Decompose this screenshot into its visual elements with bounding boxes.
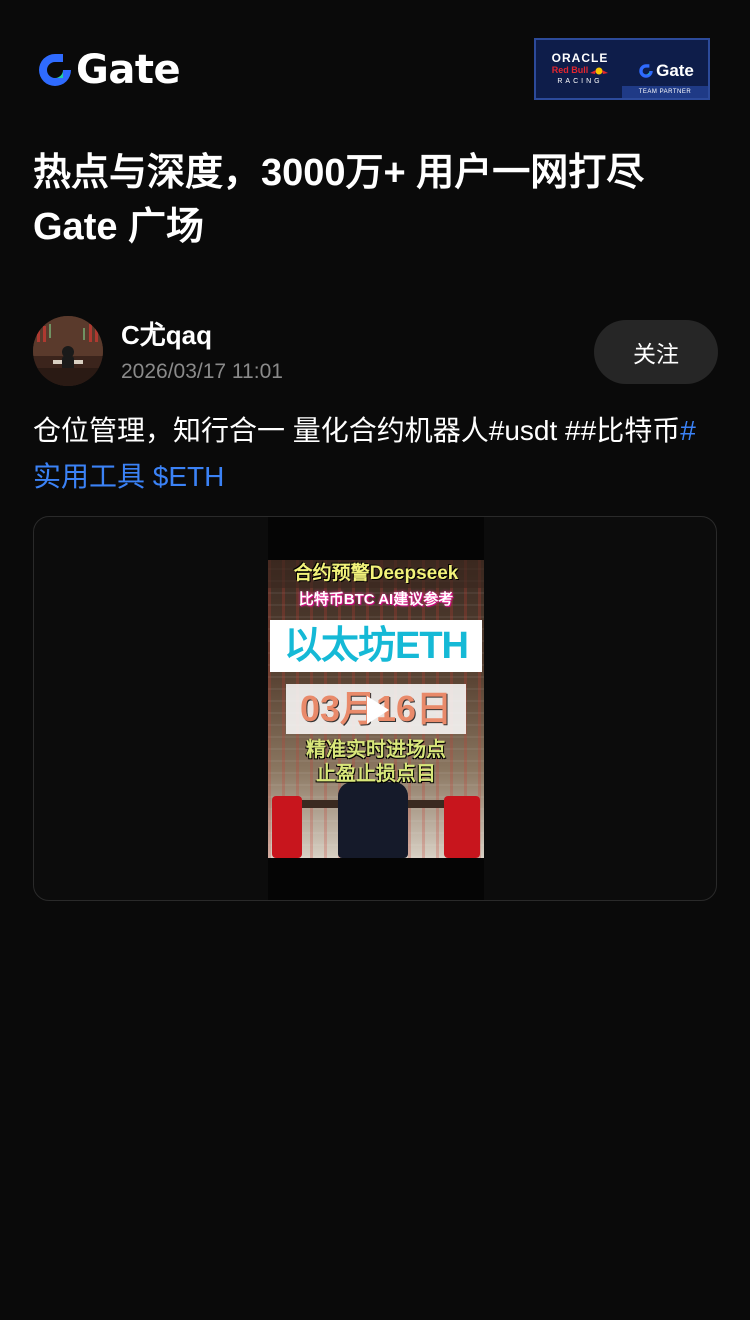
gate-logo-text: Gate	[76, 47, 181, 93]
post-text: 仓位管理，知行合一 量化合约机器人#usdt ##比特币	[33, 415, 681, 446]
gate-logo-icon	[39, 54, 71, 86]
thumbnail-chair	[338, 782, 408, 858]
page-headline: 热点与深度，3000万+ 用户一网打尽 Gate 广场	[33, 146, 723, 254]
redbull-label: Red Bull	[551, 65, 589, 75]
thumbnail-can-right	[444, 796, 480, 858]
team-partner-badge: ORACLE Red Bull RACING Gate TEAM PARTNER	[534, 38, 710, 100]
thumbnail-title-1: 合约预警Deepseek	[268, 560, 484, 588]
thumbnail-subtitle-2: 止盈止损点目	[316, 763, 436, 785]
thumbnail-title-3: 以太坊ETH	[270, 620, 482, 672]
thumbnail-title-2: 比特币BTC AI建议参考	[298, 591, 454, 608]
thumbnail-subtitle-1: 精准实时进场点	[306, 739, 446, 761]
headline-line-2: Gate 广场	[33, 206, 205, 248]
gate-mini-icon	[639, 64, 653, 78]
redbull-text: Red Bull	[552, 65, 609, 76]
bull-icon	[590, 67, 609, 74]
racing-text: RACING	[557, 78, 603, 85]
author-avatar[interactable]	[33, 316, 103, 386]
video-thumbnail: 合约预警Deepseek 比特币BTC AI建议参考 以太坊ETH 03月16日…	[268, 560, 484, 858]
team-partner-label: TEAM PARTNER	[622, 86, 708, 98]
follow-button[interactable]: 关注	[594, 320, 718, 384]
author-name[interactable]: C尤qaq	[121, 318, 212, 352]
post-body: 仓位管理，知行合一 量化合约机器人#usdt ##比特币#实用工具 $ETH	[33, 408, 723, 500]
cashtag-eth[interactable]: $ETH	[153, 461, 225, 492]
play-triangle-icon	[367, 696, 389, 724]
video-player[interactable]: 合约预警Deepseek 比特币BTC AI建议参考 以太坊ETH 03月16日…	[268, 517, 484, 900]
play-icon[interactable]	[358, 692, 394, 728]
page: Gate ORACLE Red Bull RACING Gate TEAM PA…	[0, 0, 750, 1320]
post-media-card[interactable]: 合约预警Deepseek 比特币BTC AI建议参考 以太坊ETH 03月16日…	[33, 516, 717, 901]
partner-gate-text: Gate	[656, 61, 694, 80]
oracle-text: ORACLE	[551, 51, 609, 65]
thumbnail-subtitle: 精准实时进场点 止盈止损点目	[268, 738, 484, 788]
avatar-image	[33, 316, 103, 386]
gate-logo[interactable]: Gate	[36, 47, 181, 93]
post-timestamp: 2026/03/17 11:01	[121, 360, 283, 383]
headline-line-1: 热点与深度，3000万+ 用户一网打尽	[33, 152, 645, 194]
oracle-redbull-logo: ORACLE Red Bull RACING	[536, 40, 624, 98]
thumbnail-can-left	[272, 796, 302, 858]
